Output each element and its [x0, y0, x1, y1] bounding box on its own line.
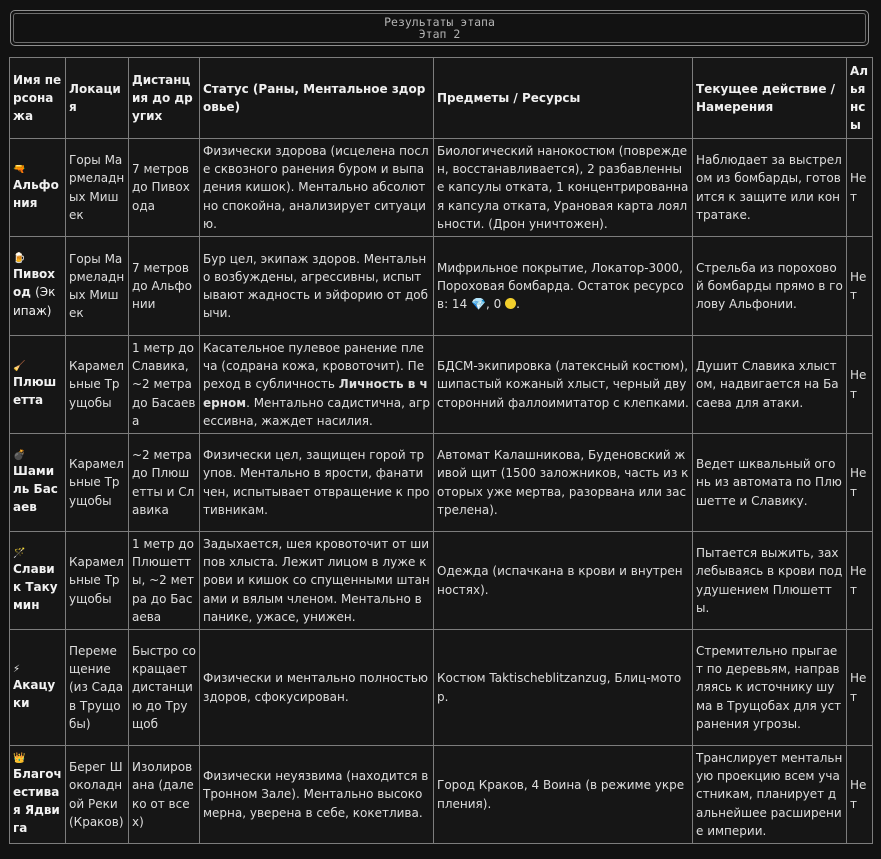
action-cell: Наблюдает за выстрелом из бомбарды, гото… [692, 138, 847, 237]
broom-icon: 🧹 [13, 360, 26, 372]
character-name: Альфония [13, 177, 59, 210]
stage-number: Этап 2 [418, 27, 461, 41]
distance-cell: ~2 метра до Плюшетты и Славика [128, 433, 200, 532]
status-cell: Физически неуязвима (находится в Тронном… [199, 745, 434, 844]
stage-results-header: Результаты этапа Этап 2 [10, 10, 869, 46]
location-cell: Карамельные Трущобы [65, 335, 129, 434]
character-name: Шамиль Басаев [13, 463, 58, 515]
items-separator: , 0 [485, 297, 502, 312]
crown-icon: 👑 [13, 752, 26, 764]
character-name-cell: 🧹 Плюшетта [9, 335, 66, 434]
alliance-cell: Нет [846, 335, 873, 434]
table-row: 💣 Шамиль Басаев Карамельные Трущобы ~2 м… [9, 433, 873, 532]
table-row: 👑 Благочестивая Ядвига Берег Шоколадной … [9, 745, 873, 844]
column-header-name: Имя персонажа [9, 57, 66, 139]
distance-cell: 7 метров до Пивохода [128, 138, 200, 237]
alliance-cell: Нет [846, 236, 873, 336]
status-cell: Физически и ментально полностью здоров, … [199, 629, 434, 746]
items-cell: Город Краков, 4 Воина (в режиме укреплен… [433, 745, 693, 844]
character-name-cell: 🪄 Славик Такумин [9, 531, 66, 630]
status-cell: Физически цел, защищен горой трупов. Мен… [199, 433, 434, 532]
coin-icon [505, 298, 517, 310]
alliance-cell: Нет [846, 531, 873, 630]
alliance-cell: Нет [846, 138, 873, 237]
column-header-location: Локация [65, 57, 129, 139]
location-cell: Горы Мармеладных Мишек [65, 138, 129, 237]
alliance-cell: Нет [846, 745, 873, 844]
items-cell: Биологический нанокостюм (поврежден, вос… [433, 138, 693, 237]
location-cell: Горы Мармеладных Мишек [65, 236, 129, 336]
alliance-cell: Нет [846, 433, 873, 532]
character-name: Акацуки [13, 677, 56, 710]
location-cell: Берег Шоколадной Реки (Краков) [65, 745, 129, 844]
status-cell: Бур цел, экипаж здоров. Ментально возбуж… [199, 236, 434, 336]
character-name: Благочестивая Ядвига [13, 766, 62, 836]
action-cell: Пытается выжить, захлебываясь в крови по… [692, 531, 847, 630]
character-name-cell: 🔫 Альфония [9, 138, 66, 237]
character-name-cell: 💣 Шамиль Басаев [9, 433, 66, 532]
status-cell: Задыхается, шея кровоточит от шипов хлыс… [199, 531, 434, 630]
column-header-action: Текущее действие / Намерения [692, 57, 847, 139]
items-cell: Костюм Taktischeblitzanzug, Блиц-мотор. [433, 629, 693, 746]
action-cell: Транслирует ментальную проекцию всем уча… [692, 745, 847, 844]
status-cell: Касательное пулевое ранение плеча (содра… [199, 335, 434, 434]
status-cell: Физически здорова (исцелена после сквозн… [199, 138, 434, 237]
characters-table: Имя персонажа Локация Дистанция до други… [9, 57, 873, 844]
column-header-items: Предметы / Ресурсы [433, 57, 693, 139]
table-row: 🍺 Пивоход (Экипаж) Горы Мармеладных Мише… [9, 236, 873, 336]
action-cell: Ведет шквальный огонь из автомата по Плю… [692, 433, 847, 532]
location-cell: Карамельные Трущобы [65, 531, 129, 630]
gem-icon: 💎 [471, 297, 486, 312]
table-row: ⚡ Акацуки Перемещение (из Сада в Трущобы… [9, 629, 873, 746]
table-row: 🪄 Славик Такумин Карамельные Трущобы 1 м… [9, 531, 873, 630]
gun-icon: 🔫 [13, 163, 26, 175]
location-cell: Карамельные Трущобы [65, 433, 129, 532]
action-cell: Стрельба из пороховой бомбарды прямо в г… [692, 236, 847, 336]
items-end: . [516, 297, 520, 312]
beer-icon: 🍺 [13, 253, 26, 265]
items-cell: БДСМ-экипировка (латексный костюм), шипа… [433, 335, 693, 434]
distance-cell: Изолирована (далеко от всех) [128, 745, 200, 844]
column-header-alliances: Альянсы [846, 57, 873, 139]
action-cell: Стремительно прыгает по деревьям, направ… [692, 629, 847, 746]
lightning-icon: ⚡ [13, 663, 21, 675]
bomb-icon: 💣 [13, 449, 26, 461]
character-name-cell: 👑 Благочестивая Ядвига [9, 745, 66, 844]
table-row: 🧹 Плюшетта Карамельные Трущобы 1 метр до… [9, 335, 873, 434]
location-cell: Перемещение (из Сада в Трущобы) [65, 629, 129, 746]
alliance-cell: Нет [846, 629, 873, 746]
distance-cell: Быстро сокращает дистанцию до Трущоб [128, 629, 200, 746]
table-header-row: Имя персонажа Локация Дистанция до други… [9, 57, 873, 139]
character-name: Плюшетта [13, 374, 57, 407]
stage-results-header-inner: Результаты этапа Этап 2 [13, 13, 866, 43]
character-name-cell: 🍺 Пивоход (Экипаж) [9, 236, 66, 336]
character-name-cell: ⚡ Акацуки [9, 629, 66, 746]
table-row: 🔫 Альфония Горы Мармеладных Мишек 7 метр… [9, 138, 873, 237]
items-cell: Одежда (испачкана в крови и внутренностя… [433, 531, 693, 630]
character-name: Славик Такумин [13, 561, 58, 613]
action-cell: Душит Славика хлыстом, надвигается на Ба… [692, 335, 847, 434]
magic-wand-icon: 🪄 [13, 547, 26, 559]
distance-cell: 1 метр до Славика, ~2 метра до Басаева [128, 335, 200, 434]
items-cell: Мифрильное покрытие, Локатор-3000, Порох… [433, 236, 693, 336]
distance-cell: 7 метров до Альфонии [128, 236, 200, 336]
column-header-status: Статус (Раны, Ментальное здоровье) [199, 57, 434, 139]
column-header-distance: Дистанция до других [128, 57, 200, 139]
items-cell: Автомат Калашникова, Буденовский живой щ… [433, 433, 693, 532]
distance-cell: 1 метр до Плюшетты, ~2 метра до Басаева [128, 531, 200, 630]
